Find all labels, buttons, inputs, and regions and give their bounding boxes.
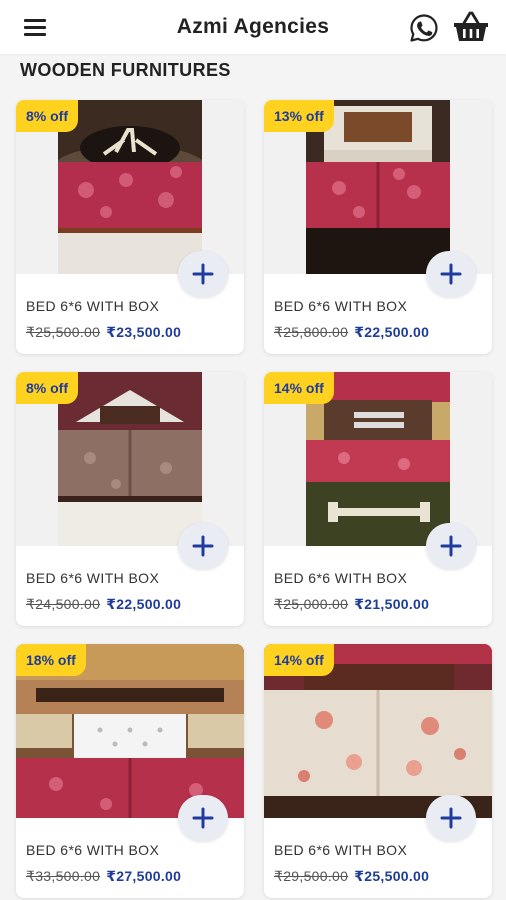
product-name: BED 6*6 WITH BOX [26, 298, 160, 314]
add-to-cart-button[interactable] [426, 795, 476, 841]
product-card[interactable]: 18% off BED 6*6 WITH BOX ₹33,500.00 ₹27,5… [16, 644, 244, 898]
discount-badge: 8% off [16, 372, 78, 404]
original-price: ₹25,500.00 [26, 324, 101, 340]
product-name: BED 6*6 WITH BOX [274, 298, 408, 314]
discount-badge: 18% off [16, 644, 86, 676]
plus-icon [192, 263, 214, 285]
discount-badge: 14% off [264, 644, 334, 676]
section-title: WOODEN FURNITURES [20, 60, 231, 80]
top-app-bar: Azmi Agencies [0, 0, 506, 54]
sale-price: ₹25,500.00 [354, 868, 430, 884]
price-row: ₹25,500.00 ₹23,500.00 [26, 324, 181, 341]
product-name: BED 6*6 WITH BOX [26, 842, 160, 858]
add-to-cart-button[interactable] [178, 523, 228, 569]
product-card[interactable]: 14% off BED 6*6 WITH BOX ₹25,000.00 ₹21,5… [264, 372, 492, 626]
plus-icon [192, 535, 214, 557]
price-row: ₹29,500.00 ₹25,500.00 [274, 868, 429, 885]
sale-price: ₹23,500.00 [106, 324, 182, 340]
plus-icon [440, 263, 462, 285]
product-name: BED 6*6 WITH BOX [26, 570, 160, 586]
plus-icon [440, 807, 462, 829]
original-price: ₹24,500.00 [26, 596, 101, 612]
price-row: ₹24,500.00 ₹22,500.00 [26, 596, 181, 613]
sale-price: ₹22,500.00 [106, 596, 182, 612]
product-name: BED 6*6 WITH BOX [274, 570, 408, 586]
sale-price: ₹21,500.00 [354, 596, 430, 612]
discount-badge: 13% off [264, 100, 334, 132]
discount-badge: 8% off [16, 100, 78, 132]
add-to-cart-button[interactable] [178, 795, 228, 841]
original-price: ₹25,800.00 [274, 324, 349, 340]
whatsapp-icon[interactable] [408, 12, 440, 44]
app-title: Azmi Agencies [176, 15, 330, 38]
sale-price: ₹22,500.00 [354, 324, 430, 340]
app-screen: Azmi Agencies WOODEN FURNITURES 8% off B… [0, 0, 506, 900]
plus-icon [192, 807, 214, 829]
product-card[interactable]: 13% off BED 6*6 WITH BOX ₹25,800.00 ₹22,5… [264, 100, 492, 354]
product-card[interactable]: 8% off BED 6*6 WITH BOX ₹25,500.00 ₹23,50… [16, 100, 244, 354]
add-to-cart-button[interactable] [426, 523, 476, 569]
original-price: ₹29,500.00 [274, 868, 349, 884]
price-row: ₹25,000.00 ₹21,500.00 [274, 596, 429, 613]
product-name: BED 6*6 WITH BOX [274, 842, 408, 858]
discount-badge: 14% off [264, 372, 334, 404]
add-to-cart-button[interactable] [178, 251, 228, 297]
original-price: ₹25,000.00 [274, 596, 349, 612]
price-row: ₹33,500.00 ₹27,500.00 [26, 868, 181, 885]
product-card[interactable]: 14% off BED 6*6 WITH BOX ₹29,500.00 ₹25,5… [264, 644, 492, 898]
menu-icon[interactable] [22, 16, 50, 38]
product-card[interactable]: 8% off BED 6*6 WITH BOX ₹24,500.00 ₹22,50… [16, 372, 244, 626]
plus-icon [440, 535, 462, 557]
shopping-basket-icon[interactable] [452, 10, 490, 44]
sale-price: ₹27,500.00 [106, 868, 182, 884]
original-price: ₹33,500.00 [26, 868, 101, 884]
add-to-cart-button[interactable] [426, 251, 476, 297]
price-row: ₹25,800.00 ₹22,500.00 [274, 324, 429, 341]
